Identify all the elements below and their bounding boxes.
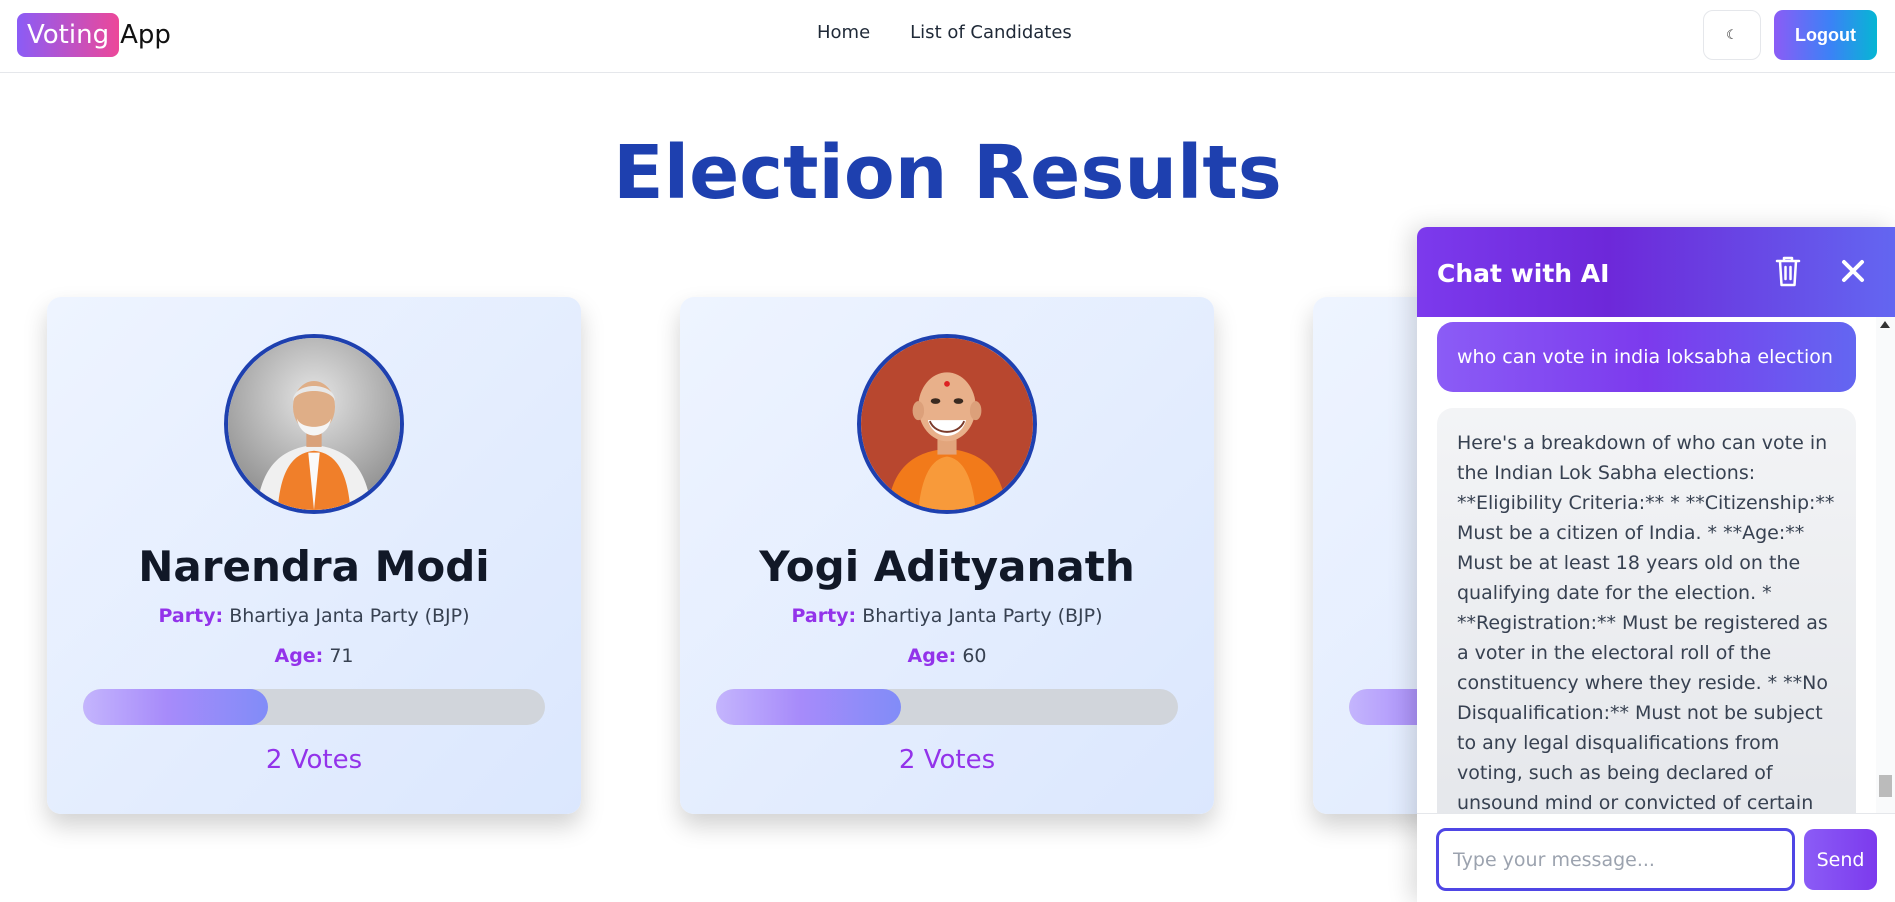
age-value: 60 (962, 645, 987, 667)
candidate-party: Party: Bhartiya Janta Party (BJP) (680, 605, 1214, 627)
chat-title: Chat with AI (1437, 259, 1610, 288)
age-label: Age: (274, 645, 324, 667)
nav-links: Home List of Candidates (817, 22, 1072, 43)
ai-message: Here's a breakdown of who can vote in th… (1437, 408, 1856, 813)
trash-icon (1775, 256, 1801, 287)
logo-text: App (120, 20, 171, 50)
close-chat-button[interactable] (1838, 256, 1868, 286)
vote-progress-fill (83, 689, 268, 725)
scroll-up-arrow-icon[interactable] (1880, 321, 1890, 328)
candidate-party: Party: Bhartiya Janta Party (BJP) (47, 605, 581, 627)
candidate-photo-image (228, 338, 400, 510)
chat-header: Chat with AI (1417, 227, 1895, 317)
chat-panel: Chat with AI who can vote in india loksa… (1417, 227, 1895, 902)
scrollbar-thumb[interactable] (1879, 775, 1892, 797)
user-message: who can vote in india loksabha election (1437, 322, 1856, 392)
age-label: Age: (907, 645, 957, 667)
chat-input-area: Send (1417, 813, 1895, 902)
party-value: Bhartiya Janta Party (BJP) (862, 605, 1103, 627)
close-icon (1842, 260, 1864, 282)
candidate-name: Narendra Modi (138, 542, 490, 591)
party-label: Party: (158, 605, 224, 627)
chat-scrollbar[interactable] (1876, 317, 1895, 813)
chat-messages[interactable]: who can vote in india loksabha election … (1417, 317, 1895, 813)
vote-progress-bar (83, 689, 545, 725)
age-value: 71 (329, 645, 354, 667)
vote-progress-bar (716, 689, 1178, 725)
candidate-card: Yogi Adityanath Party: Bhartiya Janta Pa… (680, 297, 1214, 814)
moon-icon: ☾ (1726, 27, 1738, 42)
navbar: Voting App Home List of Candidates ☾ Log… (0, 0, 1895, 73)
candidate-photo-image (861, 338, 1033, 510)
page-title: Election Results (613, 130, 1282, 216)
clear-chat-button[interactable] (1773, 254, 1803, 288)
nav-link-home[interactable]: Home (817, 22, 870, 43)
candidate-age: Age: 60 (680, 645, 1214, 667)
send-button[interactable]: Send (1804, 829, 1877, 890)
nav-link-list-of-candidates[interactable]: List of Candidates (910, 22, 1072, 43)
vote-count: 2 Votes (898, 745, 996, 775)
candidate-card: Narendra Modi Party: Bhartiya Janta Part… (47, 297, 581, 814)
party-value: Bhartiya Janta Party (BJP) (229, 605, 470, 627)
vote-count: 2 Votes (265, 745, 363, 775)
logout-button[interactable]: Logout (1774, 10, 1877, 60)
candidate-photo (857, 334, 1037, 514)
candidate-name: Yogi Adityanath (759, 542, 1135, 591)
app-logo[interactable]: Voting App (17, 13, 171, 57)
chat-message-input[interactable] (1436, 828, 1795, 891)
logo-badge: Voting (17, 13, 120, 57)
theme-toggle-button[interactable]: ☾ (1703, 10, 1761, 60)
candidate-age: Age: 71 (47, 645, 581, 667)
candidate-photo (224, 334, 404, 514)
vote-progress-fill (716, 689, 901, 725)
party-label: Party: (791, 605, 857, 627)
